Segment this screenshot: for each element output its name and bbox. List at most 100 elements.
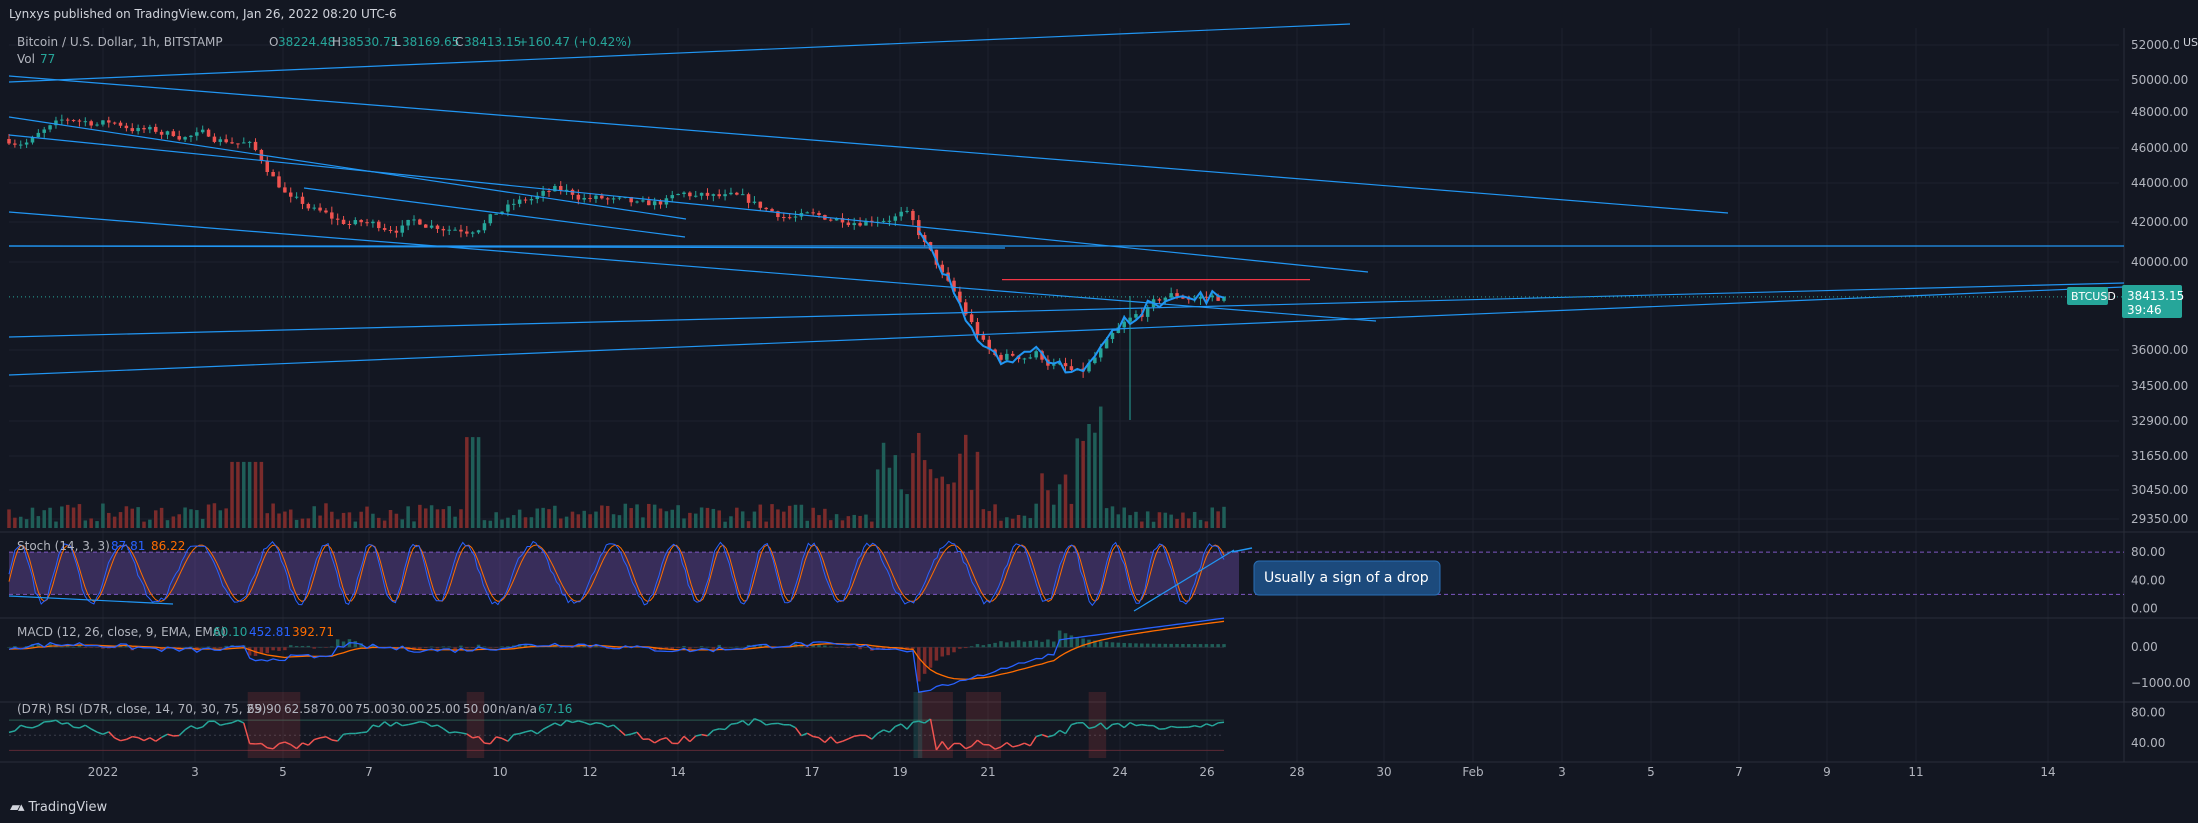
candle-body (969, 314, 974, 323)
candle-body (617, 197, 622, 199)
candle-body (423, 224, 428, 228)
rsi-segment (454, 731, 462, 734)
volume-bar (1187, 518, 1191, 528)
macd-histogram-bar (1034, 640, 1038, 648)
candle-body (13, 143, 17, 145)
time-tick-label: 11 (1908, 765, 1923, 779)
macd-histogram-bar (13, 646, 17, 648)
macd-histogram-bar (1134, 643, 1138, 648)
volume-bar (512, 515, 516, 528)
rsi-segment (20, 724, 27, 728)
volume-bar (65, 504, 70, 528)
rsi-segment (701, 733, 708, 737)
candle-body (318, 207, 322, 211)
macd-histogram-bar (18, 647, 23, 648)
volume-bar (893, 455, 898, 528)
volume-bar (353, 521, 358, 528)
trendline (8, 75, 1729, 214)
tradingview-logo[interactable]: ▰▴ TradingView (10, 800, 107, 815)
volume-bar (564, 516, 569, 528)
macd-histogram-bar (1098, 641, 1103, 648)
rsi-segment (589, 722, 597, 726)
trading-chart[interactable]: Stoch (14, 3, 3) 87.81 86.22 MACD (12, 26,… (0, 0, 2198, 793)
volume-bar (523, 517, 528, 528)
macd-histogram-bar (1052, 641, 1056, 648)
volume-bar (629, 508, 633, 528)
macd-histogram-bar (1063, 633, 1068, 648)
rsi-segment (1141, 723, 1148, 727)
candle-body (377, 221, 381, 229)
macd-histogram-bar (212, 647, 217, 649)
time-tick-label: 5 (1647, 765, 1655, 779)
candle-body (705, 192, 710, 196)
legend-low-label: L (394, 35, 401, 49)
rsi-segment (231, 719, 239, 724)
time-tick-label: 12 (582, 765, 597, 779)
rsi-segment (583, 721, 591, 726)
candle-body (165, 131, 170, 135)
time-tick-label: 3 (1558, 765, 1566, 779)
price-tag-symbol: BTCUSD (2071, 290, 2116, 303)
volume-bar (388, 509, 393, 528)
legend-high-label: H (332, 35, 341, 49)
volume-bar (1210, 507, 1215, 528)
rsi-segment (519, 731, 526, 735)
candle-body (335, 218, 340, 220)
rsi-segment (1041, 733, 1049, 738)
macd-histogram-bar (1104, 641, 1109, 648)
volume-bar (535, 508, 540, 528)
volume-bar (576, 514, 581, 528)
volume-bar (911, 453, 915, 528)
macd-hist-value: 60.10 (213, 625, 247, 639)
rsi-value: n/a (498, 702, 517, 716)
macd-histogram-bar (1198, 644, 1203, 648)
volume-bar (253, 461, 258, 528)
candle-body (494, 213, 498, 215)
candle-body (300, 196, 305, 204)
macd-histogram-bar (1145, 643, 1150, 648)
rsi-segment (355, 731, 362, 735)
volume-bar (717, 510, 721, 528)
candle-body (647, 200, 651, 206)
volume-bar (177, 514, 181, 528)
rsi-segment (906, 721, 914, 730)
candle-body (36, 132, 41, 138)
rsi-segment (1218, 721, 1225, 724)
candle-body (65, 119, 70, 121)
macd-histogram-bar (429, 646, 434, 648)
rsi-segment (724, 723, 732, 730)
volume-bar (1134, 511, 1138, 528)
volume-bar (899, 489, 903, 528)
rsi-segment (79, 724, 86, 729)
rsi-segment (343, 732, 350, 735)
macd-histogram-bar (306, 645, 311, 648)
volume-bar (1046, 490, 1050, 528)
volume-bar (83, 520, 88, 528)
candle-body (846, 222, 851, 226)
rsi-segment (648, 738, 656, 744)
rsi-segment (836, 740, 843, 744)
tradingview-brand: TradingView (28, 800, 108, 815)
macd-histogram-bar (206, 646, 211, 648)
stoch-tick-label: 0.00 (2131, 601, 2158, 615)
volume-bar (283, 511, 287, 528)
macd-histogram-bar (993, 642, 997, 648)
volume-bar (365, 506, 369, 528)
volume-bar (183, 507, 187, 528)
macd-histogram-bar (999, 641, 1003, 648)
volume-bar (18, 516, 23, 528)
candle-body (312, 207, 316, 209)
rsi-segment (460, 732, 467, 735)
currency-label[interactable]: USD (2183, 36, 2198, 49)
macd-histogram-bar (975, 644, 980, 648)
rsi-segment (560, 719, 568, 727)
legend-high-value: 38530.75 (341, 35, 398, 49)
rsi-segment (601, 722, 609, 728)
rsi-segment (26, 726, 33, 729)
time-tick-label: 2022 (88, 765, 119, 779)
macd-histogram-bar (435, 647, 440, 649)
candle-body (529, 199, 534, 201)
volume-bar (1163, 512, 1168, 528)
candle-body (465, 231, 469, 234)
volume-bar (1069, 503, 1074, 528)
